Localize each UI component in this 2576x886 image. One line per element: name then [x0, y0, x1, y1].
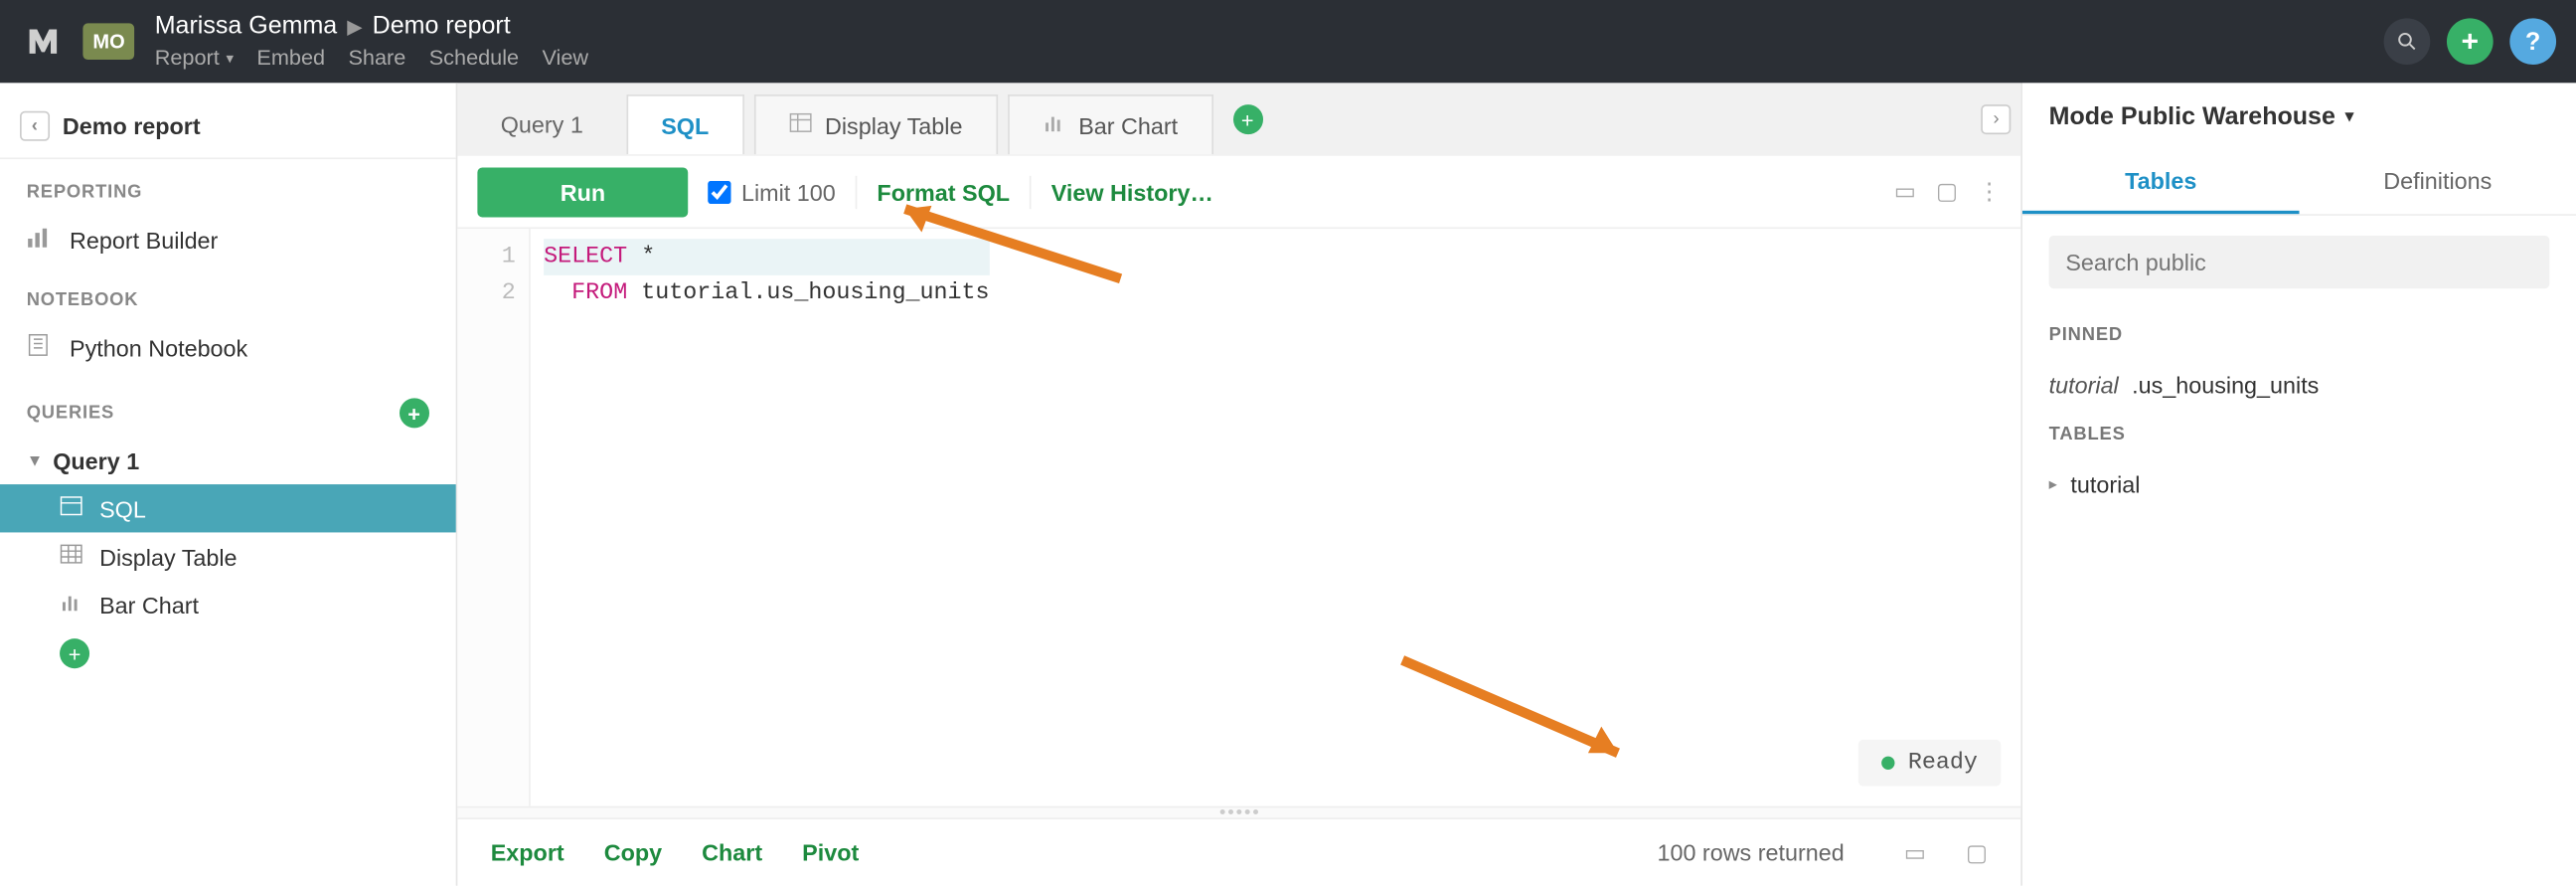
- sidebar-item-notebook[interactable]: Python Notebook: [0, 320, 456, 375]
- tab-query1[interactable]: Query 1: [467, 94, 616, 154]
- chevron-right-icon: ▶: [347, 15, 362, 39]
- sidebar-section-notebook: Notebook: [0, 267, 456, 320]
- schema-item[interactable]: ▸ tutorial: [2022, 461, 2576, 508]
- pivot-link[interactable]: Pivot: [802, 839, 859, 866]
- editor-area: Query 1 SQL Display Table Bar Chart: [457, 83, 2022, 885]
- status-badge: Ready: [1858, 740, 2001, 787]
- sidebar-crumb: ‹ Demo report: [0, 92, 456, 159]
- sidebar-collapse-icon[interactable]: ‹: [20, 110, 49, 140]
- format-sql-link[interactable]: Format SQL: [877, 178, 1010, 205]
- help-button[interactable]: ?: [2509, 18, 2556, 65]
- sidebar-query[interactable]: ▼ Query 1: [0, 438, 456, 484]
- sidebar-item-label: Report Builder: [70, 227, 218, 254]
- limit-checkbox[interactable]: Limit 100: [709, 178, 836, 205]
- sidebar-query-sql[interactable]: SQL: [0, 484, 456, 532]
- sidebar-query-label: Query 1: [53, 447, 139, 474]
- topbar: MO Marissa Gemma ▶ Demo report Report▾ E…: [0, 0, 2576, 83]
- caret-down-icon: ▾: [2345, 107, 2353, 125]
- caret-down-icon: ▾: [226, 49, 234, 67]
- limit-label: Limit 100: [741, 178, 836, 205]
- tab-sql[interactable]: SQL: [626, 94, 743, 154]
- schema-panel: Mode Public Warehouse ▾ Tables Definitio…: [2022, 83, 2576, 885]
- schema-tab-tables[interactable]: Tables: [2022, 151, 2300, 214]
- add-tab-button[interactable]: +: [1232, 104, 1262, 134]
- status-label: Ready: [1908, 750, 1978, 777]
- tab-display-table[interactable]: Display Table: [753, 94, 997, 154]
- chart-link[interactable]: Chart: [702, 839, 762, 866]
- sql-icon: [60, 494, 82, 522]
- connection-selector[interactable]: Mode Public Warehouse ▾: [2022, 83, 2576, 150]
- bar-chart-icon: [60, 591, 82, 619]
- sidebar-section-queries: Queries +: [0, 375, 456, 438]
- search-icon[interactable]: [2384, 18, 2431, 65]
- table-icon: [788, 111, 811, 139]
- tables-header: Tables: [2022, 408, 2576, 460]
- view-history-link[interactable]: View History…: [1051, 178, 1213, 205]
- new-button[interactable]: +: [2447, 18, 2494, 65]
- app-logo-icon[interactable]: [20, 18, 67, 65]
- sidebar-query-display-table[interactable]: Display Table: [0, 532, 456, 580]
- pinned-table-item[interactable]: tutorial.us_housing_units: [2022, 362, 2576, 409]
- pinned-header: Pinned: [2022, 308, 2576, 361]
- caret-right-icon: ▸: [2049, 475, 2057, 493]
- table-icon: [60, 542, 82, 570]
- menu-view[interactable]: View: [542, 45, 588, 71]
- sidebar-query-bar-chart[interactable]: Bar Chart: [0, 581, 456, 628]
- limit-checkbox-input[interactable]: [709, 180, 731, 203]
- query-toolbar: Run Limit 100 Format SQL View History… ▭…: [457, 156, 2020, 229]
- rows-returned: 100 rows returned: [1657, 839, 1844, 866]
- add-chart-button[interactable]: +: [60, 638, 89, 668]
- status-dot-icon: [1881, 757, 1894, 770]
- schema-search-input[interactable]: [2049, 236, 2550, 288]
- menu-report[interactable]: Report▾: [155, 45, 234, 71]
- schema-tab-definitions[interactable]: Definitions: [2300, 151, 2576, 214]
- menu-share[interactable]: Share: [348, 45, 405, 71]
- caret-down-icon: ▼: [27, 452, 44, 470]
- header-menu: Report▾ Embed Share Schedule View: [155, 45, 588, 71]
- line-gutter: 1 2: [457, 229, 530, 805]
- header-titles: Marissa Gemma ▶ Demo report Report▾ Embe…: [155, 12, 588, 71]
- more-icon[interactable]: ⋮: [1978, 177, 2001, 205]
- breadcrumb: Marissa Gemma ▶ Demo report: [155, 12, 588, 42]
- resize-handle[interactable]: [457, 806, 2020, 819]
- collapse-right-panel-icon[interactable]: ›: [1982, 104, 2011, 134]
- export-link[interactable]: Export: [491, 839, 564, 866]
- add-query-button[interactable]: +: [400, 398, 429, 428]
- copy-link[interactable]: Copy: [604, 839, 662, 866]
- chart-icon: [27, 226, 54, 254]
- results-bar: Export Copy Chart Pivot 100 rows returne…: [457, 819, 2020, 886]
- sidebar-item-report-builder[interactable]: Report Builder: [0, 213, 456, 267]
- org-badge[interactable]: MO: [82, 23, 134, 60]
- notebook-icon: [27, 333, 54, 361]
- sidebar: ‹ Demo report Reporting Report Builder N…: [0, 83, 457, 885]
- breadcrumb-user[interactable]: Marissa Gemma: [155, 12, 338, 42]
- menu-embed[interactable]: Embed: [256, 45, 325, 71]
- minimize-icon[interactable]: ▭: [1894, 177, 1916, 205]
- sidebar-section-reporting: Reporting: [0, 159, 456, 212]
- run-button[interactable]: Run: [477, 167, 688, 217]
- tabs-row: Query 1 SQL Display Table Bar Chart: [457, 83, 2020, 155]
- sidebar-sub-label: SQL: [99, 495, 146, 522]
- maximize-icon[interactable]: ▢: [1936, 177, 1958, 205]
- tab-bar-chart[interactable]: Bar Chart: [1007, 94, 1212, 154]
- sql-editor[interactable]: 1 2 SELECT * FROM tutorial.us_housing_un…: [457, 229, 2020, 805]
- menu-schedule[interactable]: Schedule: [429, 45, 519, 71]
- minimize-results-icon[interactable]: ▭: [1904, 838, 1926, 866]
- breadcrumb-document[interactable]: Demo report: [373, 12, 511, 42]
- maximize-results-icon[interactable]: ▢: [1966, 838, 1988, 866]
- code-content[interactable]: SELECT * FROM tutorial.us_housing_units: [531, 229, 990, 805]
- sidebar-sub-label: Display Table: [99, 543, 237, 570]
- annotation-arrow-rows: [1385, 643, 1651, 785]
- sidebar-item-label: Python Notebook: [70, 334, 247, 361]
- sidebar-sub-label: Bar Chart: [99, 592, 199, 619]
- sidebar-title: Demo report: [63, 112, 201, 139]
- bar-chart-icon: [1043, 111, 1065, 139]
